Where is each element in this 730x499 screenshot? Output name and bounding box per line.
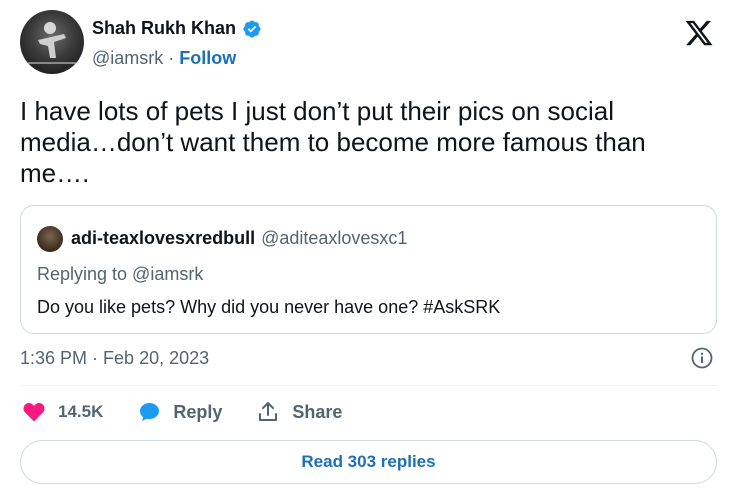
reply-button[interactable]: Reply: [137, 400, 222, 424]
info-icon[interactable]: [690, 346, 714, 370]
tweet-time: 1:36 PM: [20, 348, 88, 368]
like-count: 14.5K: [58, 402, 104, 421]
author-name-row: Shah Rukh Khan: [92, 18, 262, 39]
verified-badge-icon: [243, 19, 261, 38]
quoted-author-name[interactable]: adi-teaxlovesxredbull: [71, 228, 255, 249]
handle-separator: ·: [168, 48, 175, 68]
reply-bubble-icon: [140, 403, 160, 421]
author-avatar[interactable]: [20, 10, 84, 74]
like-button[interactable]: 14.5K: [22, 400, 103, 424]
tweet-date: Feb 20, 2023: [103, 348, 210, 368]
reply-label: Reply: [173, 401, 223, 422]
quoted-author-row: adi-teaxlovesxredbull @aditeaxlovesxc1: [71, 228, 407, 249]
timestamp-separator: ·: [92, 348, 99, 368]
author-handle-row: @iamsrk · Follow: [92, 48, 236, 69]
tweet-header: Shah Rukh Khan @iamsrk · Follow: [20, 10, 720, 76]
quoted-author-avatar[interactable]: [37, 226, 63, 252]
tweet-actions: 14.5K Reply Share: [22, 400, 376, 424]
author-name[interactable]: Shah Rukh Khan: [92, 18, 236, 39]
avatar-silhouette-icon: [28, 22, 78, 64]
share-label: Share: [292, 401, 343, 422]
tweet-text: I have lots of pets I just don’t put the…: [20, 96, 646, 188]
follow-button[interactable]: Follow: [179, 48, 236, 69]
author-handle[interactable]: @iamsrk: [92, 48, 163, 69]
quoted-tweet[interactable]: adi-teaxlovesxredbull @aditeaxlovesxc1 R…: [20, 205, 717, 334]
share-upload-icon: [259, 402, 278, 421]
heart-icon: [23, 403, 45, 422]
tweet-timestamp[interactable]: 1:36 PM · Feb 20, 2023: [20, 348, 209, 369]
quoted-author-handle[interactable]: @aditeaxlovesxc1: [261, 228, 407, 249]
quoted-tweet-text: Do you like pets? Why did you never have…: [37, 297, 501, 317]
share-button[interactable]: Share: [256, 400, 342, 424]
x-logo-icon[interactable]: [684, 18, 714, 48]
read-replies-button[interactable]: Read 303 replies: [20, 440, 717, 484]
divider: [20, 385, 717, 386]
replying-to-label: Replying to @iamsrk: [37, 264, 204, 284]
